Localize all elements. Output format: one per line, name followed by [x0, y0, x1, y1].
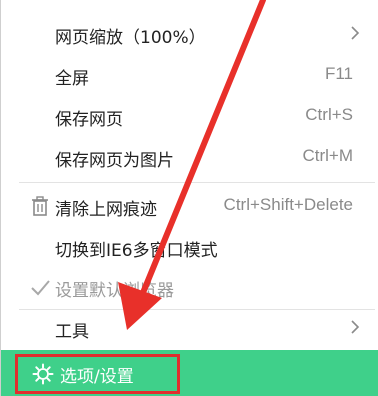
- menu-item-label: 清除上网痕迹: [55, 200, 157, 220]
- menu-item-shortcut: Ctrl+S: [305, 105, 353, 124]
- settings-label: 选项/设置: [60, 366, 134, 387]
- chevron-right-icon: [351, 26, 360, 40]
- menu-item-label: 切换到IE6多窗口模式: [55, 241, 218, 261]
- menu-item-fullscreen[interactable]: 全屏 F11: [1, 55, 378, 95]
- menu-item-save-page[interactable]: 保存网页 Ctrl+S: [1, 96, 378, 136]
- settings-button[interactable]: 选项/设置: [15, 354, 180, 394]
- menu-item-label: 网页缩放（100%）: [55, 28, 206, 48]
- menu-item-zoom[interactable]: 网页缩放（100%）: [1, 14, 378, 54]
- menu-separator: [19, 182, 375, 183]
- menu-item-ie6-mode[interactable]: 切换到IE6多窗口模式: [1, 227, 378, 267]
- menu-item-save-as-image[interactable]: 保存网页为图片 Ctrl+M: [1, 137, 378, 177]
- checkmark-icon: [31, 280, 50, 296]
- menu-item-label: 保存网页: [55, 110, 123, 130]
- gear-icon: [32, 363, 54, 385]
- chevron-right-icon: [351, 320, 360, 334]
- context-menu: 网页缩放（100%） 全屏 F11 保存网页 Ctrl+S 保存网页为图片 Ct…: [0, 0, 378, 396]
- menu-item-label: 设置默认浏览器: [55, 281, 174, 301]
- trash-icon: [32, 196, 48, 216]
- menu-item-label: 工具: [55, 322, 89, 342]
- menu-item-clear-history[interactable]: 清除上网痕迹 Ctrl+Shift+Delete: [1, 186, 378, 226]
- menu-item-default-browser: 设置默认浏览器: [1, 267, 378, 307]
- menu-item-shortcut: F11: [324, 64, 353, 83]
- menu-item-shortcut: Ctrl+Shift+Delete: [223, 195, 353, 214]
- menu-item-tools[interactable]: 工具: [1, 308, 378, 348]
- menu-item-label: 全屏: [55, 69, 89, 89]
- menu-item-shortcut: Ctrl+M: [302, 146, 353, 165]
- menu-item-label: 保存网页为图片: [55, 151, 174, 171]
